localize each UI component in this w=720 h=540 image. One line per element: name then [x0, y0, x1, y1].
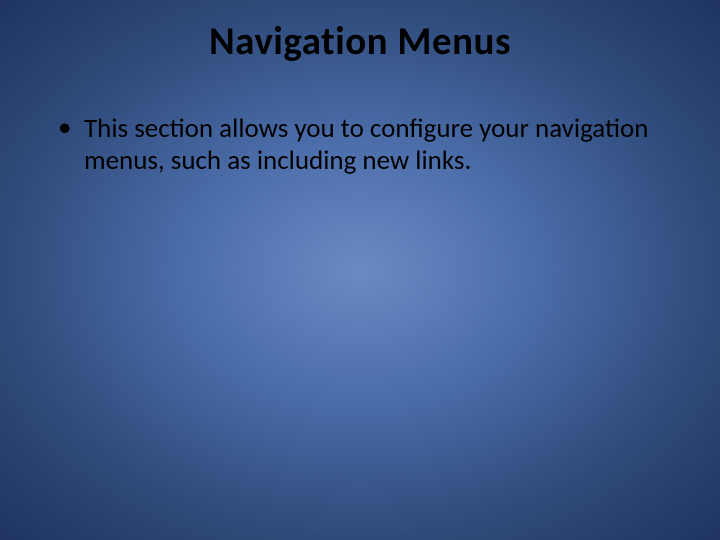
slide-content: This section allows you to configure you… — [40, 113, 680, 178]
bullet-item: This section allows you to configure you… — [58, 113, 680, 178]
bullet-list: This section allows you to configure you… — [58, 113, 680, 178]
slide-container: Navigation Menus This section allows you… — [0, 0, 720, 540]
slide-title: Navigation Menus — [40, 18, 680, 65]
